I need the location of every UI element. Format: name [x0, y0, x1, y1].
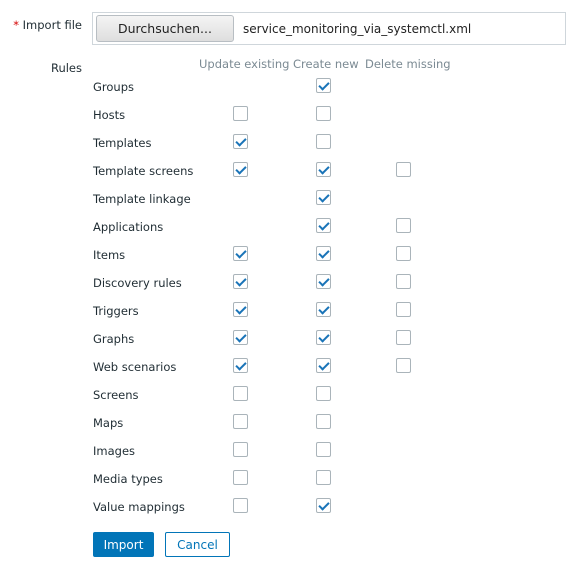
delete-checkbox[interactable] [396, 274, 411, 289]
column-update-existing: Update existing [199, 57, 290, 71]
rule-row: Template linkage [93, 190, 493, 210]
rule-row: Graphs [93, 330, 493, 350]
create-checkbox[interactable] [316, 78, 331, 93]
import-file-label: * Import file [13, 18, 82, 32]
rule-row: Discovery rules [93, 274, 493, 294]
create-checkbox[interactable] [316, 414, 331, 429]
delete-checkbox[interactable] [396, 330, 411, 345]
rule-row: Hosts [93, 106, 493, 126]
update-checkbox[interactable] [233, 134, 248, 149]
rule-label: Triggers [93, 304, 139, 318]
file-input[interactable]: Durchsuchen... service_monitoring_via_sy… [92, 12, 566, 45]
rule-label: Applications [93, 220, 164, 234]
create-checkbox[interactable] [316, 162, 331, 177]
rule-label: Template linkage [93, 192, 191, 206]
create-checkbox[interactable] [316, 386, 331, 401]
update-checkbox[interactable] [233, 330, 248, 345]
import-file-label-text: Import file [22, 18, 82, 32]
rule-label: Screens [93, 388, 139, 402]
create-checkbox[interactable] [316, 246, 331, 261]
cancel-button[interactable]: Cancel [165, 532, 230, 557]
update-checkbox[interactable] [233, 498, 248, 513]
create-checkbox[interactable] [316, 134, 331, 149]
update-checkbox[interactable] [233, 386, 248, 401]
required-mark: * [13, 18, 19, 32]
rules-label: Rules [50, 61, 82, 75]
update-checkbox[interactable] [233, 274, 248, 289]
rule-row: Value mappings [93, 498, 493, 518]
rule-row: Groups [93, 78, 493, 98]
delete-checkbox[interactable] [396, 218, 411, 233]
update-checkbox[interactable] [233, 302, 248, 317]
create-checkbox[interactable] [316, 106, 331, 121]
create-checkbox[interactable] [316, 498, 331, 513]
rule-row: Web scenarios [93, 358, 493, 378]
rule-row: Media types [93, 470, 493, 490]
delete-checkbox[interactable] [396, 246, 411, 261]
rule-label: Media types [93, 472, 163, 486]
update-checkbox[interactable] [233, 414, 248, 429]
create-checkbox[interactable] [316, 190, 331, 205]
rule-label: Maps [93, 416, 124, 430]
rule-row: Images [93, 442, 493, 462]
rule-label: Value mappings [93, 500, 185, 514]
create-checkbox[interactable] [316, 274, 331, 289]
rule-row: Screens [93, 386, 493, 406]
delete-checkbox[interactable] [396, 358, 411, 373]
rule-row: Template screens [93, 162, 493, 182]
rule-label: Groups [93, 80, 135, 94]
rule-label: Hosts [93, 108, 126, 122]
update-checkbox[interactable] [233, 246, 248, 261]
rule-label: Discovery rules [93, 276, 182, 290]
create-checkbox[interactable] [316, 302, 331, 317]
update-checkbox[interactable] [233, 442, 248, 457]
import-button[interactable]: Import [93, 532, 154, 557]
delete-checkbox[interactable] [396, 302, 411, 317]
rule-row: Applications [93, 218, 493, 238]
rule-label: Templates [93, 136, 152, 150]
column-create-new: Create new [293, 57, 359, 71]
rule-label: Web scenarios [93, 360, 177, 374]
column-delete-missing: Delete missing [365, 57, 451, 71]
rule-row: Items [93, 246, 493, 266]
update-checkbox[interactable] [233, 470, 248, 485]
browse-button[interactable]: Durchsuchen... [96, 15, 234, 42]
create-checkbox[interactable] [316, 218, 331, 233]
update-checkbox[interactable] [233, 106, 248, 121]
create-checkbox[interactable] [316, 442, 331, 457]
update-checkbox[interactable] [233, 358, 248, 373]
rule-row: Maps [93, 414, 493, 434]
create-checkbox[interactable] [316, 470, 331, 485]
delete-checkbox[interactable] [396, 162, 411, 177]
update-checkbox[interactable] [233, 162, 248, 177]
rule-label: Items [93, 248, 126, 262]
rule-label: Template screens [93, 164, 194, 178]
create-checkbox[interactable] [316, 330, 331, 345]
rule-label: Images [93, 444, 136, 458]
file-name: service_monitoring_via_systemctl.xml [243, 22, 472, 36]
create-checkbox[interactable] [316, 358, 331, 373]
rule-label: Graphs [93, 332, 135, 346]
rule-row: Templates [93, 134, 493, 154]
rule-row: Triggers [93, 302, 493, 322]
